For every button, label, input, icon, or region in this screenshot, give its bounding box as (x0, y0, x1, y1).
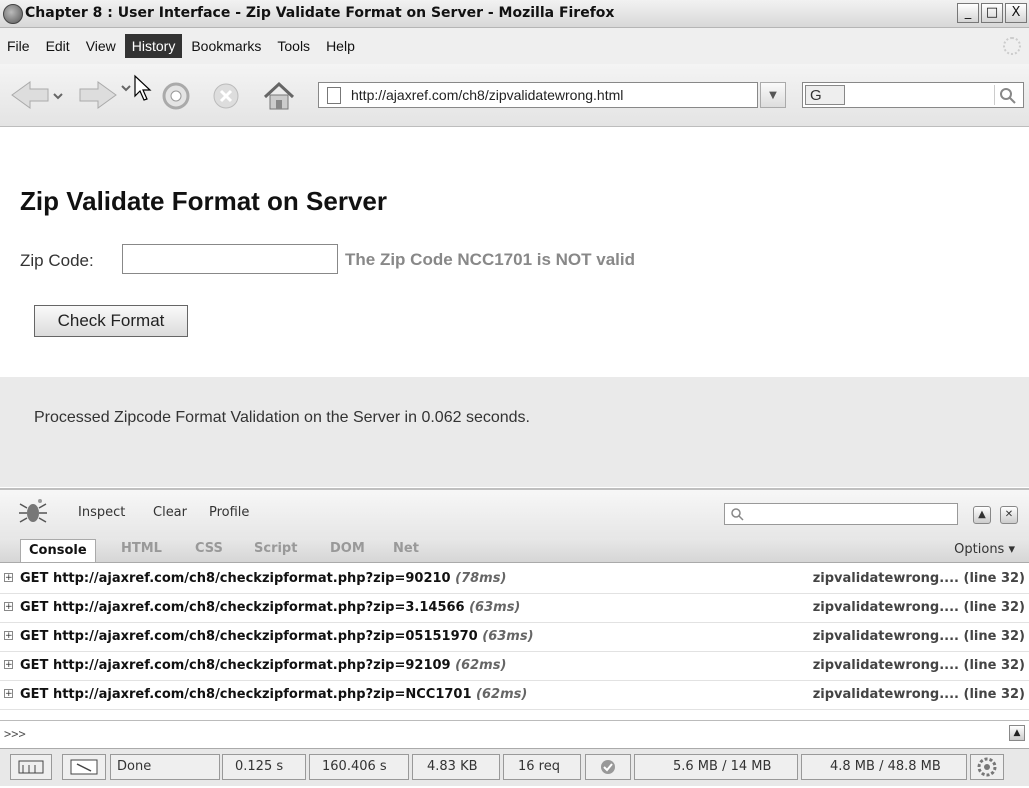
minimize-button[interactable]: _ (957, 3, 979, 23)
menu-view[interactable]: View (79, 34, 123, 58)
log-source-link[interactable]: zipvalidatewrong.... (line 32) (813, 629, 1025, 644)
menu-file[interactable]: File (0, 34, 37, 58)
tab-script[interactable]: Script (254, 541, 297, 556)
check-icon[interactable] (585, 754, 631, 780)
gear-icon[interactable] (970, 754, 1004, 780)
window-title-bar[interactable]: Chapter 8 : User Interface - Zip Validat… (0, 0, 1029, 28)
tab-dom[interactable]: DOM (330, 541, 365, 556)
expand-icon[interactable]: + (4, 573, 13, 583)
zip-code-label: Zip Code: (20, 251, 94, 270)
memory-total: 4.8 MB / 48.8 MB (801, 754, 967, 780)
status-done: Done (110, 754, 220, 780)
page-content: Zip Validate Format on Server Zip Code: … (0, 127, 1029, 377)
menu-bookmarks[interactable]: Bookmarks (184, 34, 268, 58)
reload-icon[interactable] (160, 80, 192, 112)
log-time: (62ms) (455, 658, 507, 673)
log-request: GET http://ajaxref.com/ch8/checkzipforma… (20, 687, 472, 702)
load-time: 0.125 s (222, 754, 306, 780)
expand-icon[interactable]: + (4, 631, 13, 641)
url-bar[interactable]: http://ajaxref.com/ch8/zipvalidatewrong.… (318, 82, 758, 108)
memory-usage: 5.6 MB / 14 MB (634, 754, 798, 780)
expand-icon[interactable]: + (4, 660, 13, 670)
log-source-link[interactable]: zipvalidatewrong.... (line 32) (813, 658, 1025, 673)
navigation-toolbar: http://ajaxref.com/ch8/zipvalidatewrong.… (0, 64, 1029, 127)
menu-edit[interactable]: Edit (39, 34, 77, 58)
log-time: (78ms) (455, 571, 507, 586)
log-request: GET http://ajaxref.com/ch8/checkzipforma… (20, 600, 465, 615)
command-prompt: >>> (4, 727, 26, 741)
log-time: (62ms) (476, 687, 528, 702)
zip-code-input[interactable] (122, 244, 338, 274)
back-arrow-icon[interactable] (8, 80, 64, 110)
options-menu[interactable]: Options ▾ (954, 542, 1015, 557)
status-bar: Done 0.125 s 160.406 s 4.83 KB 16 req 5.… (0, 748, 1029, 786)
expand-icon[interactable]: + (4, 602, 13, 612)
log-source-link[interactable]: zipvalidatewrong.... (line 32) (813, 687, 1025, 702)
profile-button[interactable]: Profile (209, 505, 249, 520)
search-bar[interactable]: G (802, 82, 1024, 108)
forward-arrow-icon[interactable] (76, 80, 132, 110)
log-source-link[interactable]: zipvalidatewrong.... (line 32) (813, 571, 1025, 586)
log-row[interactable]: + GET http://ajaxref.com/ch8/checkzipfor… (0, 681, 1029, 710)
page-size: 4.83 KB (412, 754, 500, 780)
tab-console[interactable]: Console (20, 539, 96, 562)
check-format-button[interactable]: Check Format (34, 305, 188, 337)
url-dropdown-icon[interactable]: ▼ (760, 82, 786, 108)
total-time: 160.406 s (309, 754, 409, 780)
tab-html[interactable]: HTML (121, 541, 162, 556)
command-line[interactable]: >>> ▲ (0, 720, 1029, 748)
console-log: + GET http://ajaxref.com/ch8/checkzipfor… (0, 563, 1029, 719)
stop-icon[interactable] (210, 80, 242, 112)
search-icon (731, 508, 744, 521)
home-icon[interactable] (262, 80, 296, 112)
log-row[interactable]: + GET http://ajaxref.com/ch8/checkzipfor… (0, 623, 1029, 652)
throbber-icon (1003, 37, 1021, 55)
log-time: (63ms) (482, 629, 534, 644)
inspect-button[interactable]: Inspect (78, 505, 125, 520)
inspect-icon[interactable] (62, 754, 106, 780)
log-request: GET http://ajaxref.com/ch8/checkzipforma… (20, 658, 451, 673)
clear-button[interactable]: Clear (153, 505, 187, 520)
request-count: 16 req (503, 754, 581, 780)
log-time: (63ms) (469, 600, 521, 615)
cursor-icon (134, 74, 152, 101)
log-row[interactable]: + GET http://ajaxref.com/ch8/checkzipfor… (0, 594, 1029, 623)
log-row[interactable]: + GET http://ajaxref.com/ch8/checkzipfor… (0, 652, 1029, 681)
log-row[interactable]: + GET http://ajaxref.com/ch8/checkzipfor… (0, 565, 1029, 594)
close-button[interactable]: X (1005, 3, 1027, 23)
page-title: Zip Validate Format on Server (20, 186, 387, 216)
search-icon[interactable] (994, 85, 1021, 105)
menu-tools[interactable]: Tools (270, 34, 317, 58)
status-message: Processed Zipcode Format Validation on t… (34, 409, 530, 426)
log-request: GET http://ajaxref.com/ch8/checkzipforma… (20, 629, 478, 644)
detach-button[interactable]: ▲ (973, 506, 991, 524)
tab-net[interactable]: Net (393, 541, 419, 556)
firebug-close-button[interactable]: ✕ (1000, 506, 1018, 524)
expand-command-icon[interactable]: ▲ (1009, 725, 1025, 741)
tab-css[interactable]: CSS (195, 541, 223, 556)
log-request: GET http://ajaxref.com/ch8/checkzipforma… (20, 571, 451, 586)
validation-message: The Zip Code NCC1701 is NOT valid (345, 250, 636, 269)
page-icon (327, 87, 341, 104)
window-title: Chapter 8 : User Interface - Zip Validat… (25, 5, 615, 21)
expand-icon[interactable]: + (4, 689, 13, 699)
layout-icon[interactable] (10, 754, 52, 780)
maximize-button[interactable]: □ (981, 3, 1003, 23)
search-engine-selector[interactable]: G (805, 85, 845, 105)
status-panel: Processed Zipcode Format Validation on t… (0, 377, 1029, 487)
url-text: http://ajaxref.com/ch8/zipvalidatewrong.… (351, 87, 624, 103)
firebug-search-input[interactable] (724, 503, 958, 525)
firebug-tabs: Console HTML CSS Script DOM Net Options … (0, 538, 1029, 563)
firebug-toolbar: Inspect Clear Profile ▲ ✕ (0, 488, 1029, 540)
menu-help[interactable]: Help (319, 34, 362, 58)
menu-bar: File Edit View History Bookmarks Tools H… (0, 28, 1029, 64)
log-source-link[interactable]: zipvalidatewrong.... (line 32) (813, 600, 1025, 615)
menu-history[interactable]: History (124, 34, 183, 58)
firebug-icon[interactable] (18, 496, 48, 526)
firefox-icon (3, 4, 23, 24)
